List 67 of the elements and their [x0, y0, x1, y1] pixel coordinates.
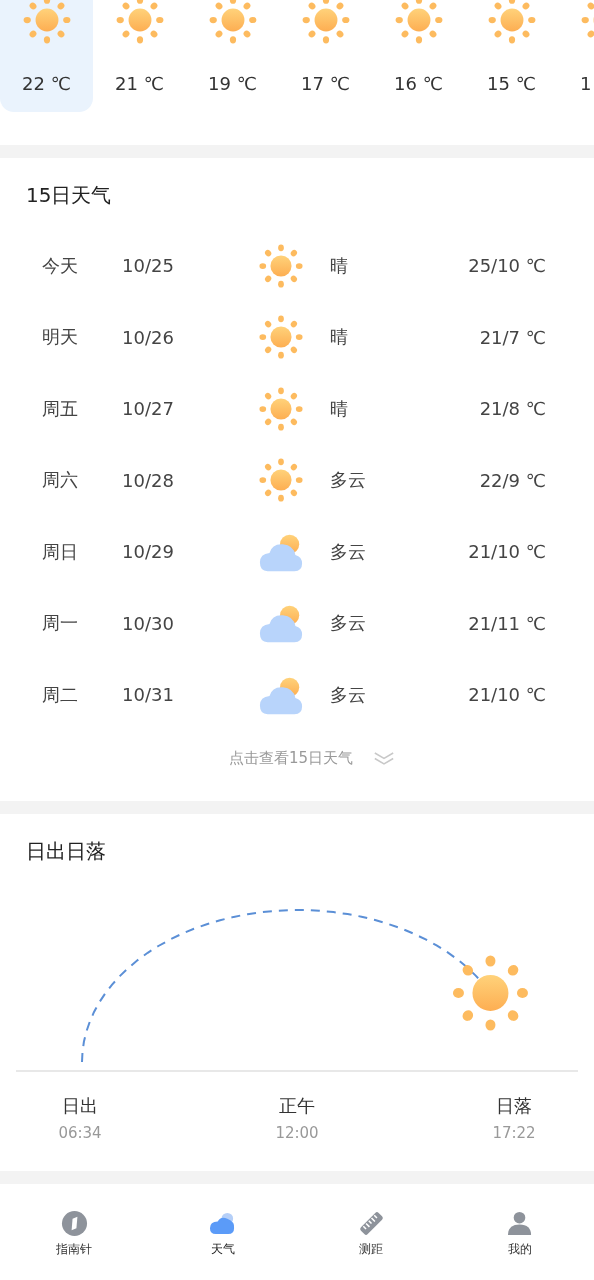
sun-event-time: 12:00	[275, 1123, 319, 1142]
temperature-range: 22/9 ℃	[478, 469, 547, 491]
sun-icon	[486, 0, 537, 45]
hour-item[interactable]: 15 ℃	[465, 0, 558, 112]
hour-temperature: 22 ℃	[22, 73, 71, 94]
hour-item[interactable]: 22 ℃	[0, 0, 93, 112]
hour-temperature: 19 ℃	[208, 73, 257, 94]
person-icon	[506, 1209, 534, 1237]
condition-label: 多云	[330, 468, 367, 493]
sun-icon	[300, 0, 351, 45]
sun-event-label: 正午	[279, 1093, 315, 1118]
sun-icon	[114, 0, 165, 45]
nav-tab[interactable]: 天气	[148, 1183, 297, 1279]
date-label: 10/29	[122, 541, 175, 563]
nav-tab[interactable]: 测距	[297, 1183, 446, 1279]
sun-event-label: 日出	[62, 1093, 98, 1118]
temperature-range: 21/10 ℃	[467, 541, 547, 563]
day-label: 周一	[41, 611, 79, 636]
compass-icon	[60, 1209, 88, 1237]
hour-temperature: 21 ℃	[115, 73, 164, 94]
day-label: 今天	[41, 253, 79, 278]
temperature-range: 21/10 ℃	[467, 684, 547, 706]
sun-icon	[258, 314, 304, 361]
day-label: 周五	[41, 396, 79, 421]
condition-label: 晴	[330, 396, 349, 421]
condition-label: 多云	[330, 682, 367, 707]
hour-temperature: 1	[580, 73, 592, 94]
temperature-range: 21/8 ℃	[478, 398, 547, 420]
hour-temperature: 16 ℃	[394, 73, 443, 94]
temperature-range: 21/7 ℃	[478, 326, 547, 348]
sun-icon	[393, 0, 444, 45]
temperature-range: 25/10 ℃	[467, 255, 547, 277]
sun-event-time: 17:22	[492, 1123, 536, 1142]
sun-event-time: 06:34	[58, 1123, 102, 1142]
temperature-range: 21/11 ℃	[467, 612, 547, 634]
hour-item[interactable]: 16 ℃	[372, 0, 465, 112]
day-label: 周二	[41, 682, 79, 707]
condition-label: 晴	[330, 253, 349, 278]
sun-icon	[207, 0, 258, 45]
date-label: 10/30	[122, 612, 175, 634]
sun-event-label: 日落	[496, 1093, 532, 1118]
sun-icon	[258, 242, 304, 289]
double-chevron-icon[interactable]	[373, 751, 396, 766]
date-label: 10/28	[122, 469, 175, 491]
date-label: 10/26	[122, 326, 175, 348]
sun-icon	[258, 457, 304, 504]
hour-temperature: 15 ℃	[487, 73, 536, 94]
sun-icon	[21, 0, 72, 45]
day-label: 周日	[41, 539, 79, 564]
condition-label: 多云	[330, 539, 367, 564]
condition-label: 晴	[330, 325, 349, 350]
date-label: 10/31	[122, 684, 175, 706]
day-label: 明天	[41, 325, 79, 350]
hour-item[interactable]: 19 ℃	[186, 0, 279, 112]
hour-item[interactable]: 17 ℃	[279, 0, 372, 112]
day-label: 周六	[41, 468, 79, 493]
hour-temperature: 17 ℃	[301, 73, 350, 94]
condition-label: 多云	[330, 611, 367, 636]
date-label: 10/25	[122, 255, 175, 277]
sun-icon	[258, 385, 304, 432]
section-title: 日出日落	[25, 837, 107, 865]
section-title: 15日天气	[25, 182, 113, 209]
nav-tab[interactable]: 我的	[445, 1183, 594, 1279]
nav-tab[interactable]: 指南针	[0, 1183, 149, 1279]
date-label: 10/27	[122, 398, 175, 420]
hour-item[interactable]: 21 ℃	[93, 0, 186, 112]
hour-item[interactable]: 1	[558, 0, 594, 112]
